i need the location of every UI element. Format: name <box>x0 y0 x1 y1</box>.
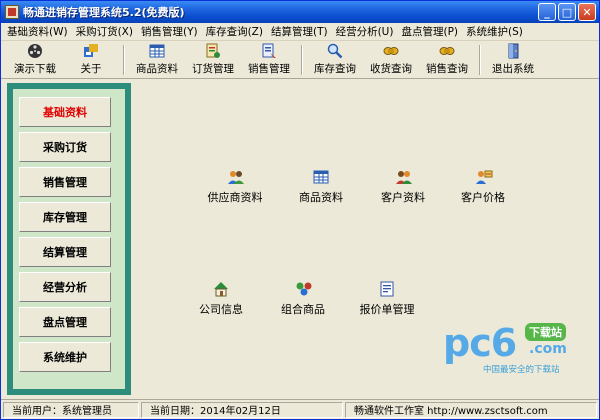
module-label: 客户价格 <box>461 191 505 204</box>
app-icon <box>5 5 19 19</box>
toolbar-label: 收货查询 <box>370 63 412 75</box>
module-customer-price[interactable]: 客户价格 <box>443 169 523 205</box>
toolbar-label: 演示下载 <box>14 63 56 75</box>
toolbar-product-data-button[interactable]: 商品资料 <box>129 43 185 77</box>
module-label: 供应商资料 <box>207 191 263 204</box>
menu-inventory-query[interactable]: 库存查询(Z) <box>202 24 267 39</box>
close-button[interactable]: ✕ <box>578 3 596 21</box>
toolbar-separator <box>479 45 481 75</box>
company-house-icon <box>213 281 229 297</box>
module-label: 组合商品 <box>281 303 325 316</box>
menu-system[interactable]: 系统维护(S) <box>462 24 527 39</box>
supplier-people-icon <box>227 169 244 185</box>
watermark-badge: 下载站 <box>525 323 566 341</box>
nav-sales-button[interactable]: 销售管理 <box>19 167 111 197</box>
menu-stocktake[interactable]: 盘点管理(P) <box>397 24 462 39</box>
toolbar-label: 销售管理 <box>248 63 290 75</box>
toolbar-label: 退出系统 <box>492 63 534 75</box>
toolbar-separator <box>123 45 125 75</box>
receipt-search-icon <box>383 43 399 59</box>
menu-purchase[interactable]: 采购订货(X) <box>72 24 137 39</box>
module-label: 公司信息 <box>199 303 243 316</box>
window-title: 畅通进销存管理系统5.2(免费版) <box>23 6 185 19</box>
inventory-search-icon <box>327 43 343 59</box>
about-icon <box>83 43 99 59</box>
toolbar-sales-query-button[interactable]: 销售查询 <box>419 43 475 77</box>
module-customer-data[interactable]: 客户资料 <box>363 169 443 205</box>
menu-analysis[interactable]: 经营分析(U) <box>332 24 398 39</box>
title-bar[interactable]: 畅通进销存管理系统5.2(免费版) _ □ ✕ <box>1 1 599 23</box>
toolbar-sales-button[interactable]: 销售管理 <box>241 43 297 77</box>
film-reel-icon <box>27 43 43 59</box>
nav-basic-data-button[interactable]: 基础资料 <box>19 97 111 127</box>
minimize-button[interactable]: _ <box>538 3 556 21</box>
toolbar-label: 订货管理 <box>192 63 234 75</box>
menu-bar: 基础资料(W) 采购订货(X) 销售管理(Y) 库存查询(Z) 结算管理(T) … <box>1 23 599 41</box>
nav-system-button[interactable]: 系统维护 <box>19 342 111 372</box>
toolbar-demo-download-button[interactable]: 演示下载 <box>7 43 63 77</box>
toolbar-inventory-query-button[interactable]: 库存查询 <box>307 43 363 77</box>
toolbar-exit-button[interactable]: 退出系统 <box>485 43 541 77</box>
customer-people-icon <box>395 169 412 185</box>
watermark-logo: pc6 下载站 .com 中国最安全的下载站 <box>443 321 583 375</box>
status-bar: 当前用户：系统管理员 当前日期：2014年02月12日 畅通软件工作室 http… <box>1 399 599 419</box>
combo-product-icon <box>295 281 312 297</box>
nav-stocktake-button[interactable]: 盘点管理 <box>19 307 111 337</box>
exit-door-icon <box>505 43 521 59</box>
sales-search-icon <box>439 43 455 59</box>
menu-settlement[interactable]: 结算管理(T) <box>267 24 332 39</box>
module-label: 客户资料 <box>381 191 425 204</box>
nav-inventory-button[interactable]: 库存管理 <box>19 202 111 232</box>
module-supplier-data[interactable]: 供应商资料 <box>195 169 275 205</box>
toolbar-receipt-query-button[interactable]: 收货查询 <box>363 43 419 77</box>
toolbar-separator <box>301 45 303 75</box>
module-company-info[interactable]: 公司信息 <box>181 281 261 317</box>
nav-settlement-button[interactable]: 结算管理 <box>19 237 111 267</box>
toolbar-label: 库存查询 <box>314 63 356 75</box>
window-controls: _ □ ✕ <box>538 3 596 21</box>
app-window: 畅通进销存管理系统5.2(免费版) _ □ ✕ 基础资料(W) 采购订货(X) … <box>0 0 600 420</box>
watermark-suffix: .com <box>529 341 567 357</box>
toolbar-about-button[interactable]: 关于 <box>63 43 119 77</box>
module-quote-management[interactable]: 报价单管理 <box>347 281 427 317</box>
nav-analysis-button[interactable]: 经营分析 <box>19 272 111 302</box>
menu-sales[interactable]: 销售管理(Y) <box>137 24 202 39</box>
nav-purchase-button[interactable]: 采购订货 <box>19 132 111 162</box>
status-current-date: 当前日期：2014年02月12日 <box>141 401 343 418</box>
nav-panel-inner: 基础资料 采购订货 销售管理 库存管理 结算管理 经营分析 盘点管理 系统维护 <box>13 89 125 389</box>
order-icon <box>205 43 221 59</box>
module-label: 报价单管理 <box>359 303 415 316</box>
toolbar: 演示下载 关于 商品资料 订货管理 销售管理 库存查询 收货查询 销售查询 退出… <box>1 41 599 79</box>
module-label: 商品资料 <box>299 191 343 204</box>
product-grid-icon <box>313 169 329 185</box>
customer-price-icon <box>475 169 493 185</box>
nav-panel: 基础资料 采购订货 销售管理 库存管理 结算管理 经营分析 盘点管理 系统维护 <box>7 83 131 395</box>
toolbar-label: 关于 <box>80 63 102 75</box>
module-product-data[interactable]: 商品资料 <box>281 169 361 205</box>
menu-basic-data[interactable]: 基础资料(W) <box>3 24 72 39</box>
module-combo-product[interactable]: 组合商品 <box>263 281 343 317</box>
status-company: 畅通软件工作室 http://www.zsctsoft.com <box>345 401 597 418</box>
maximize-button[interactable]: □ <box>558 3 576 21</box>
toolbar-order-button[interactable]: 订货管理 <box>185 43 241 77</box>
status-current-user: 当前用户：系统管理员 <box>3 401 139 418</box>
toolbar-label: 商品资料 <box>136 63 178 75</box>
sales-icon <box>261 43 277 59</box>
toolbar-label: 销售查询 <box>426 63 468 75</box>
watermark-tagline: 中国最安全的下载站 <box>483 365 560 375</box>
product-grid-icon <box>149 43 165 59</box>
quote-document-icon <box>379 281 395 297</box>
watermark-brand: pc6 <box>443 321 517 365</box>
